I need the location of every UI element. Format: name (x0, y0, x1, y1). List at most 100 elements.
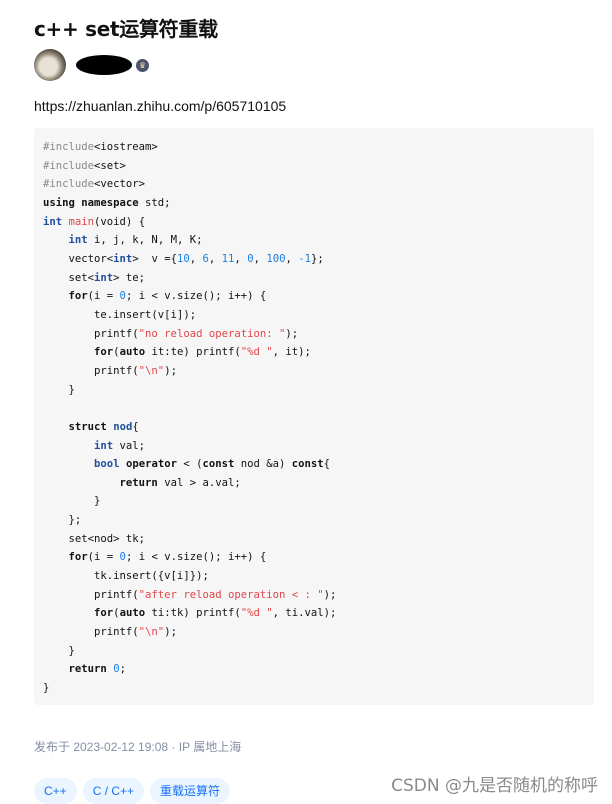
author-name-redacted[interactable] (76, 55, 132, 75)
tag-operator-overload[interactable]: 重载运算符 (150, 778, 231, 804)
code-token: i, j, k, N, M, K; (87, 234, 203, 247)
code-token: auto (119, 346, 146, 359)
code-token: , it); (272, 346, 311, 359)
code-token: int (94, 271, 114, 284)
code-token: 10 (176, 252, 190, 265)
code-token: <vector> (94, 178, 146, 191)
code-token: int (113, 252, 133, 265)
code-token: for (94, 607, 114, 620)
code-line: #include<set> (43, 157, 585, 176)
code-token: ); (164, 626, 177, 639)
code-token: , ti.val); (272, 607, 337, 620)
code-token: (i = (87, 551, 120, 564)
code-token: }; (43, 514, 82, 527)
source-link[interactable]: https://zhuanlan.zhihu.com/p/605710105 (34, 98, 286, 114)
code-token: nod (113, 420, 133, 433)
code-token: auto (119, 607, 146, 620)
code-token: 100 (266, 252, 286, 265)
code-token: ); (285, 327, 299, 340)
code-line: tk.insert({v[i]}); (43, 567, 585, 586)
code-token: -1 (298, 252, 312, 265)
publish-meta: 发布于 2023-02-12 19:08 · IP 属地上海 (34, 740, 242, 754)
code-token: "\n" (138, 626, 165, 639)
code-line: int main(void) { (43, 213, 585, 232)
code-line: printf("\n"); (43, 623, 585, 642)
tag-cpp[interactable]: C++ (34, 778, 77, 804)
code-line: int i, j, k, N, M, K; (43, 231, 585, 250)
code-line: } (43, 642, 585, 661)
code-token: for (68, 551, 88, 564)
code-token: #include (43, 159, 95, 172)
code-token: te.insert(v[i]); (43, 308, 197, 321)
code-token: ; i < v.size(); i++) { (125, 551, 267, 564)
code-token: printf( (43, 626, 139, 639)
code-token: for (68, 290, 88, 303)
code-line: for(i = 0; i < v.size(); i++) { (43, 287, 585, 306)
code-token: ; (119, 663, 126, 676)
code-token: { (132, 420, 139, 433)
code-token: > v ={ (132, 252, 177, 265)
code-line: set<nod> tk; (43, 530, 585, 549)
code-token: set< (43, 271, 95, 284)
code-token: for (94, 346, 114, 359)
code-line: return val > a.val; (43, 474, 585, 493)
code-token: , (208, 252, 222, 265)
code-token: val > a.val; (157, 476, 241, 489)
code-line: vector<int> v ={10, 6, 11, 0, 100, -1}; (43, 250, 585, 269)
code-token: #include (43, 178, 95, 191)
author-row: ♛ (34, 49, 149, 81)
code-token: } (43, 383, 75, 396)
code-line: } (43, 492, 585, 511)
tag-list: C++ C / C++ 重载运算符 (34, 778, 231, 804)
code-token: vector< (43, 252, 114, 265)
code-token: <set> (94, 159, 126, 172)
code-token: main (68, 215, 95, 228)
code-line: #include<vector> (43, 175, 585, 194)
code-token: 11 (221, 252, 235, 265)
code-token: <iostream> (94, 141, 158, 153)
code-content: #include<iostream> #include<set> #include<… (43, 138, 585, 698)
code-token: < ( (176, 458, 203, 471)
code-token: , (234, 252, 248, 265)
code-token: "\n" (138, 364, 165, 377)
code-token: ti:tk) printf( (145, 607, 241, 620)
code-token: bool (94, 458, 120, 471)
code-line: printf("\n"); (43, 362, 585, 381)
article-title: c++ set运算符重载 (34, 17, 218, 41)
code-token: printf( (43, 364, 139, 377)
code-line: bool operator < (const nod &a) const{ (43, 455, 585, 474)
code-token: } (43, 682, 50, 695)
avatar[interactable] (34, 49, 66, 81)
code-line: set<int> te; (43, 269, 585, 288)
code-token: }; (311, 252, 324, 265)
code-token: "%d " (240, 607, 273, 620)
code-token: int (43, 215, 63, 228)
code-token: "%d " (240, 346, 273, 359)
code-token: return (68, 663, 107, 676)
code-line: for(i = 0; i < v.size(); i++) { (43, 548, 585, 567)
code-token: > te; (113, 271, 146, 284)
code-token: int (68, 234, 88, 247)
code-token: ; i < v.size(); i++) { (125, 290, 267, 303)
crown-badge-icon: ♛ (136, 58, 149, 72)
code-token: return (119, 476, 158, 489)
code-line: int val; (43, 437, 585, 456)
code-line: }; (43, 511, 585, 530)
code-token: struct (68, 420, 107, 433)
code-token: set<nod> tk; (43, 532, 146, 545)
code-line: printf("after reload operation < : "); (43, 586, 585, 605)
code-token: { (323, 458, 331, 471)
watermark: CSDN @九是否随机的称呼 (391, 776, 598, 796)
tag-c-cpp[interactable]: C / C++ (82, 778, 145, 804)
code-token: , (253, 252, 267, 265)
